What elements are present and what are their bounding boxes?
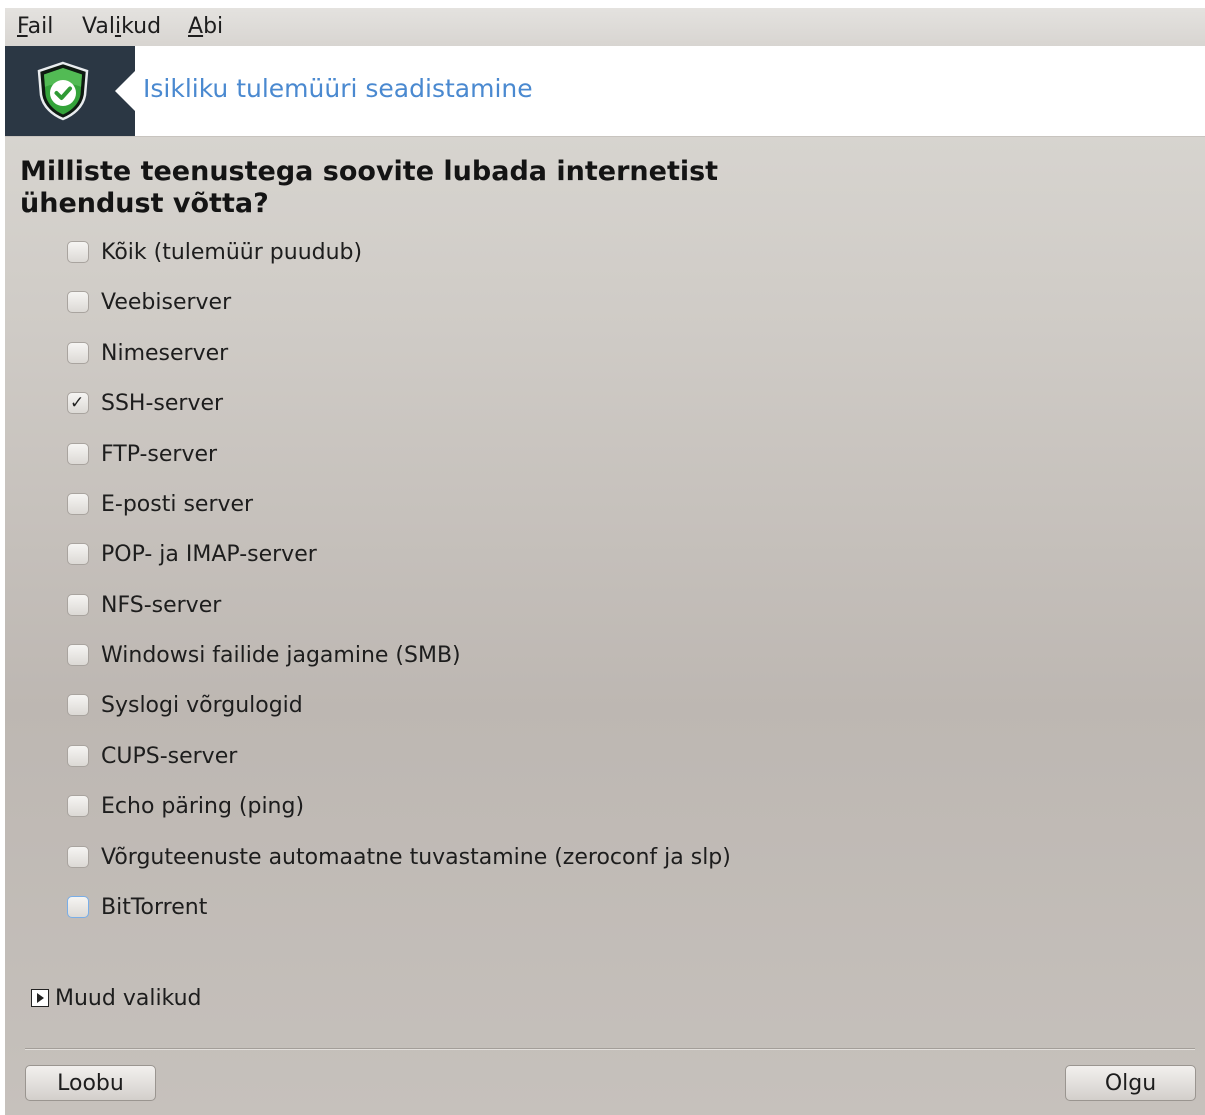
checkbox-cups-server[interactable]: CUPS-server <box>67 740 237 772</box>
checkmark-icon: ✓ <box>70 393 85 413</box>
checkbox-box[interactable] <box>67 795 89 817</box>
ok-button[interactable]: Olgu <box>1065 1065 1196 1101</box>
menu-valikud[interactable]: Valikud <box>82 14 161 39</box>
checkbox-ftp-server[interactable]: FTP-server <box>67 438 217 470</box>
checkbox-box[interactable] <box>67 896 89 918</box>
checkbox-label: Kõik (tulemüür puudub) <box>101 239 363 265</box>
menu-fail[interactable]: Fail <box>17 14 53 39</box>
banner-title: Isikliku tulemüüri seadistamine <box>143 74 533 103</box>
checkbox-smb[interactable]: Windowsi failide jagamine (SMB) <box>67 639 461 671</box>
checkbox-ssh-server[interactable]: ✓ SSH-server <box>67 387 223 419</box>
checkbox-veebiserver[interactable]: Veebiserver <box>67 286 231 318</box>
checkbox-box[interactable] <box>67 443 89 465</box>
checkbox-box[interactable] <box>67 241 89 263</box>
checkbox-label: Syslogi võrgulogid <box>101 692 303 718</box>
checkbox-box[interactable] <box>67 745 89 767</box>
more-options-label: Muud valikud <box>55 985 202 1011</box>
checkbox-box[interactable] <box>67 291 89 313</box>
checkbox-label: POP- ja IMAP-server <box>101 541 317 567</box>
checkbox-e-posti-server[interactable]: E-posti server <box>67 488 253 520</box>
menu-abi[interactable]: Abi <box>188 14 223 39</box>
checkbox-box[interactable] <box>67 694 89 716</box>
checkbox-label: CUPS-server <box>101 743 238 769</box>
checkbox-box[interactable] <box>67 644 89 666</box>
checkbox-bittorrent[interactable]: BitTorrent <box>67 891 207 923</box>
checkbox-syslog[interactable]: Syslogi võrgulogid <box>67 689 303 721</box>
checkbox-label: Windowsi failide jagamine (SMB) <box>101 642 461 668</box>
checkbox-pop-imap-server[interactable]: POP- ja IMAP-server <box>67 538 317 570</box>
checkbox-label: Veebiserver <box>101 289 232 315</box>
checkbox-label: Echo päring (ping) <box>101 793 305 819</box>
checkbox-box[interactable] <box>67 543 89 565</box>
shield-check-icon <box>37 61 89 121</box>
expander-arrow-icon[interactable] <box>31 989 49 1007</box>
header-banner: Isikliku tulemüüri seadistamine <box>5 46 1205 137</box>
button-separator <box>25 1048 1195 1050</box>
checkbox-nfs-server[interactable]: NFS-server <box>67 589 221 621</box>
checkbox-label: SSH-server <box>101 390 224 416</box>
checkbox-box[interactable] <box>67 846 89 868</box>
checkbox-zeroconf[interactable]: Võrguteenuste automaatne tuvastamine (ze… <box>67 841 731 873</box>
checkbox-label: Nimeserver <box>101 340 229 366</box>
question-heading: Milliste teenustega soovite lubada inter… <box>20 156 719 219</box>
checkbox-koik[interactable]: Kõik (tulemüür puudub) <box>67 236 362 268</box>
checkbox-nimeserver[interactable]: Nimeserver <box>67 337 228 369</box>
checkbox-label: FTP-server <box>101 441 218 467</box>
checkbox-box[interactable] <box>67 594 89 616</box>
banner-notch <box>115 71 135 111</box>
checkbox-box[interactable] <box>67 342 89 364</box>
checkbox-box[interactable]: ✓ <box>67 392 89 414</box>
firewall-window: Fail Valikud Abi Isikliku tulemüüri sead… <box>5 8 1205 1115</box>
checkbox-box[interactable] <box>67 493 89 515</box>
more-options-expander[interactable]: Muud valikud <box>31 983 202 1013</box>
checkbox-label: E-posti server <box>101 491 254 517</box>
menubar: Fail Valikud Abi <box>5 8 1205 46</box>
checkbox-echo-ping[interactable]: Echo päring (ping) <box>67 790 304 822</box>
checkbox-label: NFS-server <box>101 592 222 618</box>
checkbox-label: BitTorrent <box>101 894 208 920</box>
checkbox-label: Võrguteenuste automaatne tuvastamine (ze… <box>101 844 731 870</box>
cancel-button[interactable]: Loobu <box>25 1065 156 1101</box>
